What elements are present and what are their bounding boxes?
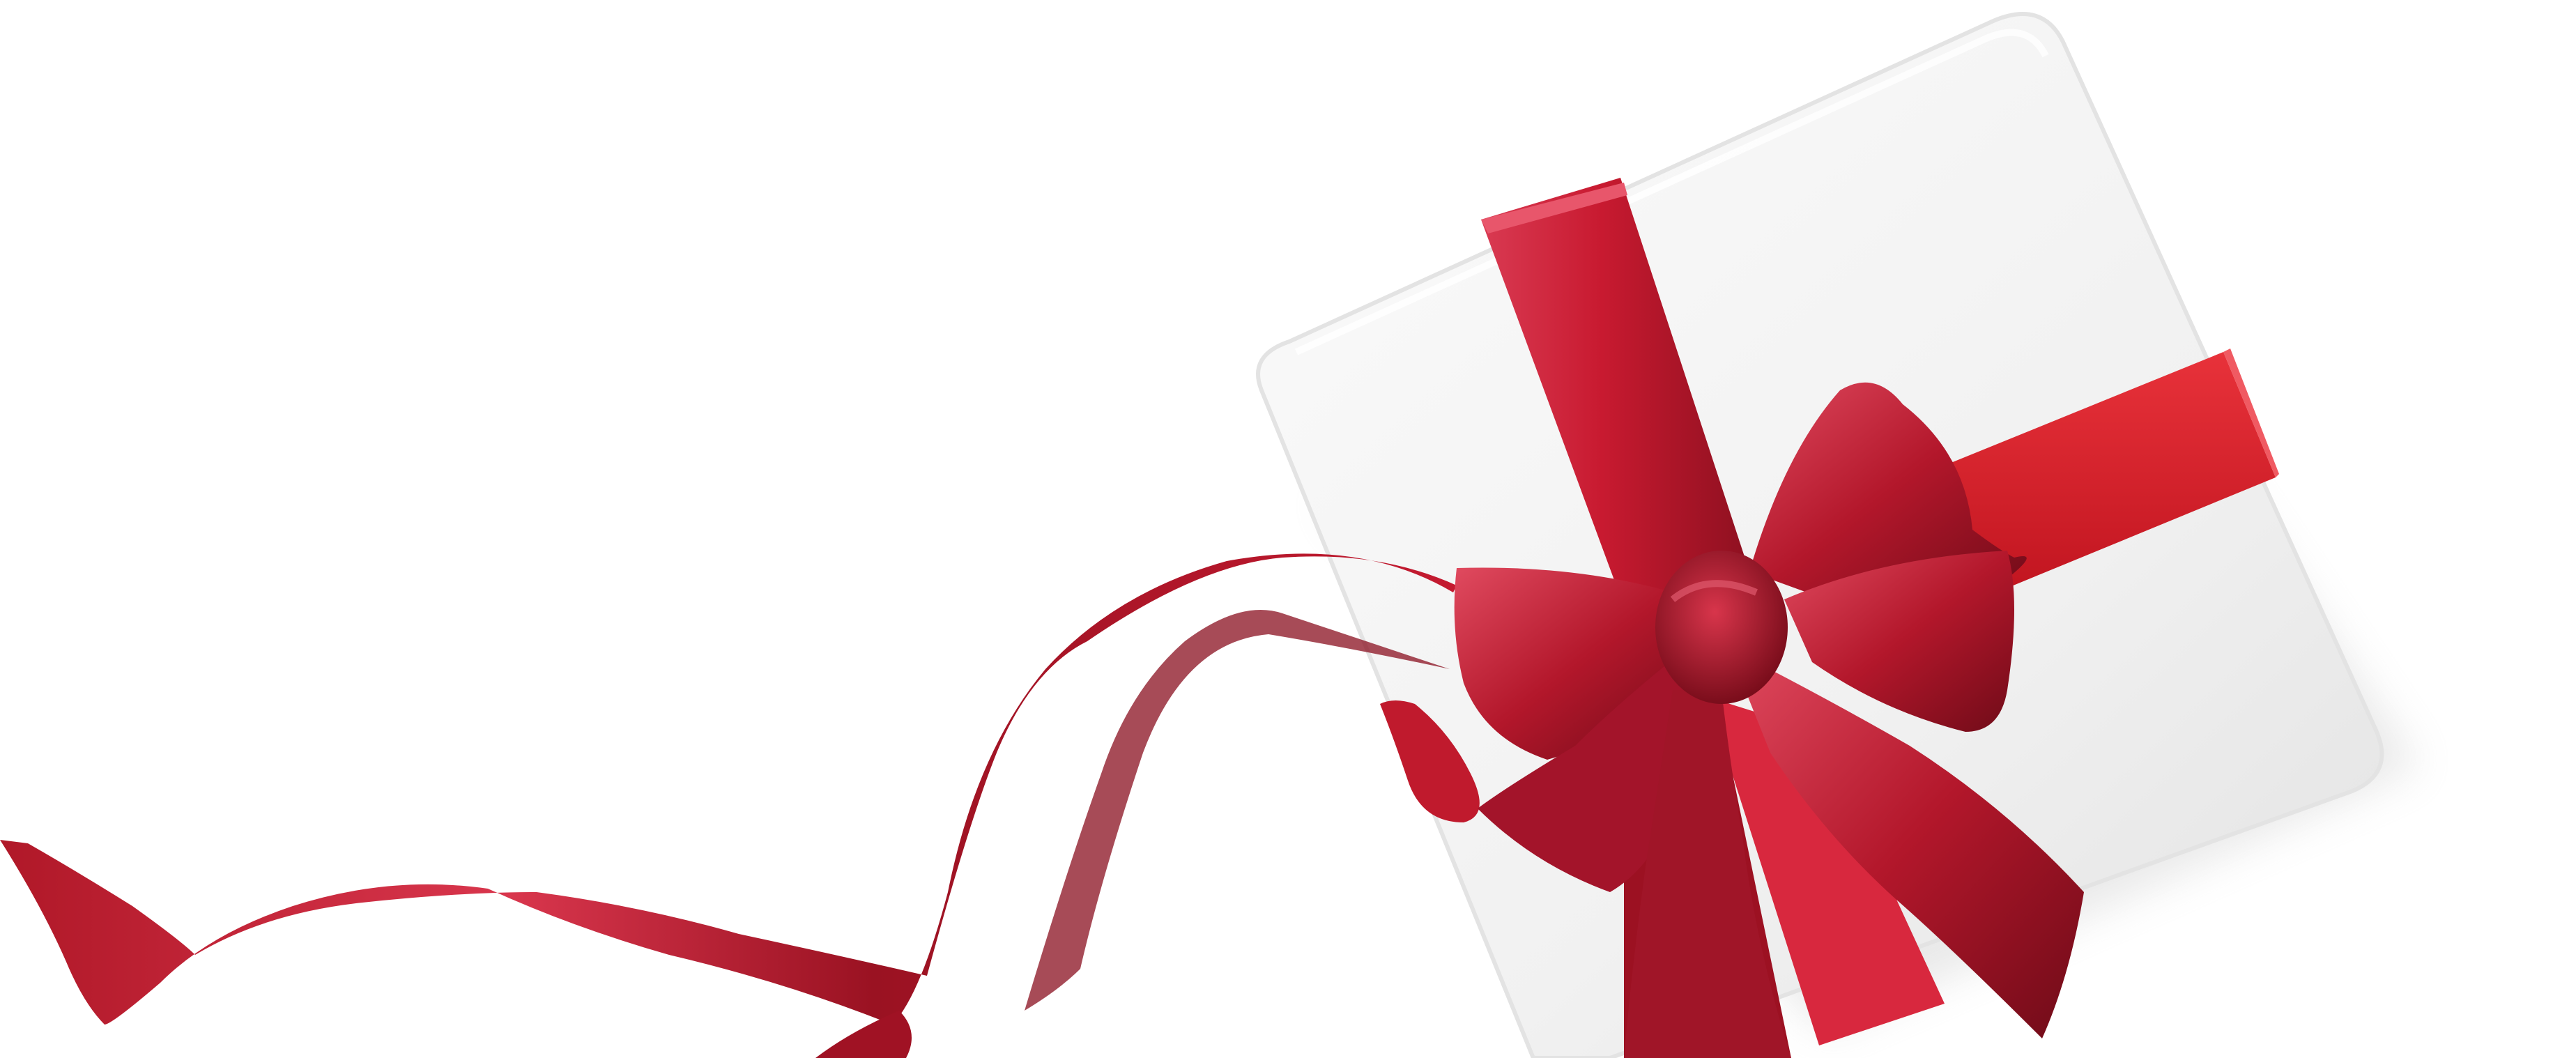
bow-knot [1655,551,1788,704]
ribbon-tail [0,553,1457,1058]
gift-illustration [0,12,2418,1058]
